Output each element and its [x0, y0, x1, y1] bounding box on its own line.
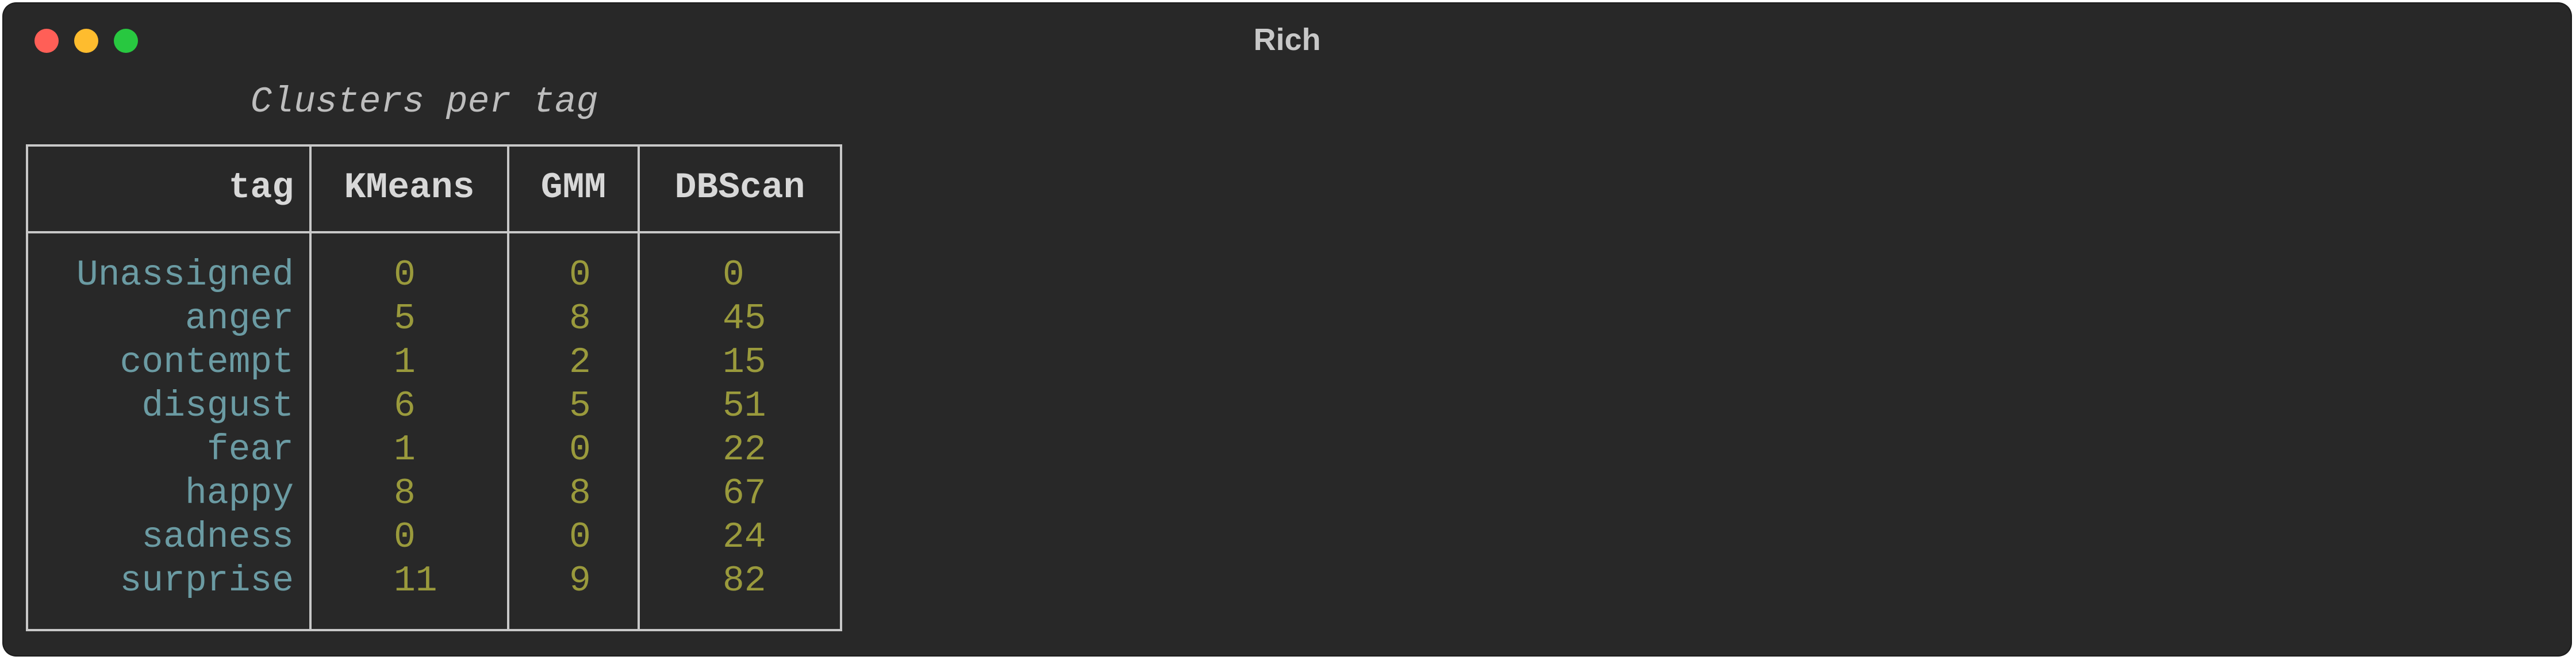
- column-header-dbscan: DBScan: [674, 167, 805, 208]
- table-right-border: [840, 144, 842, 631]
- row-dbscan: 51: [723, 386, 766, 427]
- column-divider: [638, 144, 640, 631]
- column-divider: [309, 144, 312, 631]
- row-tag: sadness: [141, 517, 294, 558]
- row-dbscan: 24: [723, 517, 766, 558]
- table-bottom-border: [26, 629, 842, 631]
- row-kmeans: 0: [394, 517, 416, 558]
- row-gmm: 0: [569, 255, 591, 296]
- row-kmeans: 5: [394, 298, 416, 339]
- column-header-kmeans: KMeans: [344, 167, 475, 208]
- row-dbscan: 0: [723, 255, 744, 296]
- table-left-border: [26, 144, 28, 631]
- column-header-tag: tag: [228, 167, 294, 208]
- table-caption: Clusters per tag: [250, 82, 598, 122]
- row-tag: happy: [185, 473, 294, 514]
- row-gmm: 8: [569, 473, 591, 514]
- row-dbscan: 82: [723, 561, 766, 601]
- row-gmm: 2: [569, 342, 591, 383]
- row-gmm: 9: [569, 561, 591, 601]
- row-tag: anger: [185, 298, 294, 339]
- row-gmm: 5: [569, 386, 591, 427]
- column-header-gmm: GMM: [540, 167, 606, 208]
- row-kmeans: 11: [394, 561, 437, 601]
- row-dbscan: 22: [723, 429, 766, 470]
- row-dbscan: 67: [723, 473, 766, 514]
- header-separator: [26, 231, 842, 233]
- table-top-border: [26, 144, 842, 147]
- row-tag: Unassigned: [76, 255, 294, 296]
- row-kmeans: 1: [394, 342, 416, 383]
- row-dbscan: 45: [723, 298, 766, 339]
- row-tag: fear: [206, 429, 294, 470]
- row-gmm: 8: [569, 298, 591, 339]
- row-tag: contempt: [120, 342, 294, 383]
- row-tag: disgust: [141, 386, 294, 427]
- row-kmeans: 0: [394, 255, 416, 296]
- row-kmeans: 6: [394, 386, 416, 427]
- terminal-window: Rich Clusters per tag tag KMeans GMM DBS…: [3, 3, 2571, 655]
- row-gmm: 0: [569, 517, 591, 558]
- clusters-table: tag KMeans GMM DBScan Unassigned 0 0 0 a…: [26, 144, 842, 631]
- row-kmeans: 1: [394, 429, 416, 470]
- column-divider: [507, 144, 509, 631]
- window-title: Rich: [1253, 22, 1321, 57]
- row-kmeans: 8: [394, 473, 416, 514]
- row-dbscan: 15: [723, 342, 766, 383]
- row-gmm: 0: [569, 429, 591, 470]
- row-tag: surprise: [120, 561, 294, 601]
- title-bar: Rich: [3, 3, 2571, 72]
